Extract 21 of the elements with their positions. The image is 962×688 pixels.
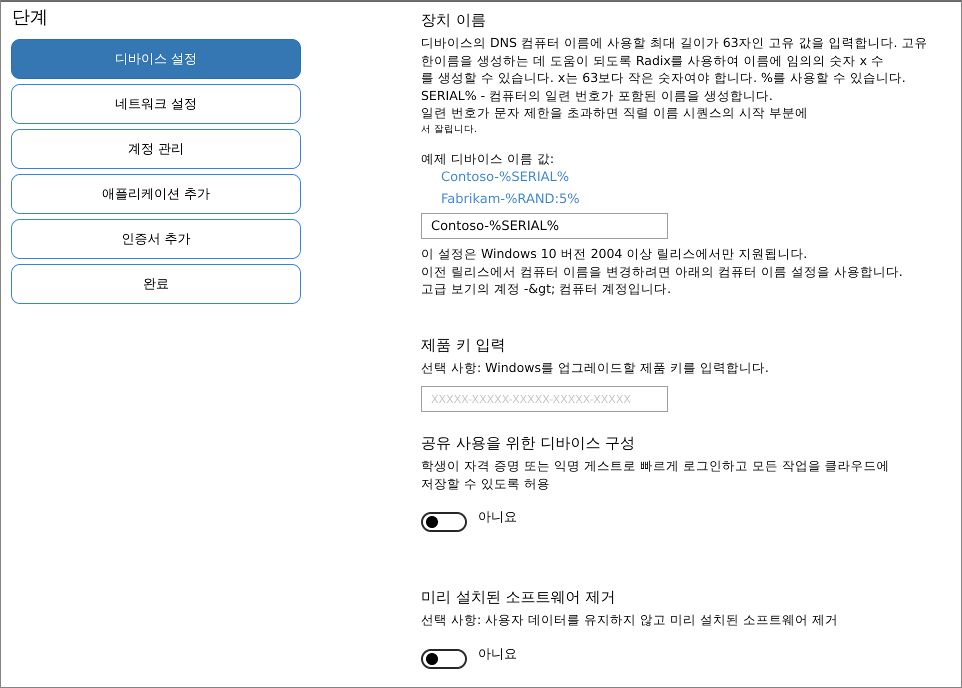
description-text: 선택 사항: 사용자 데이터를 유지하지 않고 미리 설치된 소프트웨어 제거 xyxy=(421,611,838,628)
description-text: 학생이 자격 증명 또는 익명 게스트로 빠르게 로그인하고 모든 작업을 클라우드에 저장할 수 있도록 허용 xyxy=(421,457,890,492)
description-text: 이 설정은 Windows 10 버전 2004 이상 릴리스에서만 지원됩니다. 이전 릴리스에서 컴퓨터 이름을 변경하려면 아래의 컴퓨터 이름 설정을 사용합니다. 고급 보기의 계정 -&gt; 컴퓨터 계정입니다. xyxy=(421,245,903,298)
step-button[interactable]: 인증서 추가 xyxy=(11,219,301,259)
section-heading: 제품 키 입력 xyxy=(421,334,506,354)
step-button[interactable]: 계정 관리 xyxy=(11,129,301,169)
toggle-state-label: 아니요 xyxy=(478,509,517,527)
toggle-state-label: 아니요 xyxy=(478,646,517,664)
step-button[interactable]: 완료 xyxy=(11,264,301,304)
description-text: 디바이스의 DNS 컴퓨터 이름에 사용할 최대 길이가 63자인 고유 값을 입력합니다. 고유 한이름을 생성하는 데 도움이 되도록 Radix를 사용하여 이름에 임의의 숫자 x 수 를 생성할 수 있습니다. x는 63보다 작은 숫자여야 합니다. %를 사용할 수 있습니다. SERIAL% - 컴퓨터의 일련 번호가 포함된 이름을 생성합니다. 일련 번호가 문자 제한을 초과하면 직렬 이름 시퀀스의 시작 부분에 xyxy=(421,34,928,122)
step-button[interactable]: 디바이스 설정 xyxy=(11,39,301,79)
description-text: 선택 사항: Windows를 업그레이드할 제품 키를 입력합니다. xyxy=(421,358,769,376)
step-button[interactable]: 애플리케이션 추가 xyxy=(11,174,301,214)
description-text: 예제 디바이스 이름 값: xyxy=(421,150,554,167)
section-heading: 미리 설치된 소프트웨어 제거 xyxy=(421,587,616,607)
section-heading: 공유 사용을 위한 디바이스 구성 xyxy=(421,433,636,453)
step-button[interactable]: 네트워크 설정 xyxy=(11,84,301,124)
description-text: 서 잘립니다. xyxy=(421,122,478,136)
steps-title: 단계 xyxy=(12,6,48,30)
text-input-field[interactable]: Contoso-%SERIAL% xyxy=(421,213,668,239)
section-heading: 장치 이름 xyxy=(421,10,486,30)
